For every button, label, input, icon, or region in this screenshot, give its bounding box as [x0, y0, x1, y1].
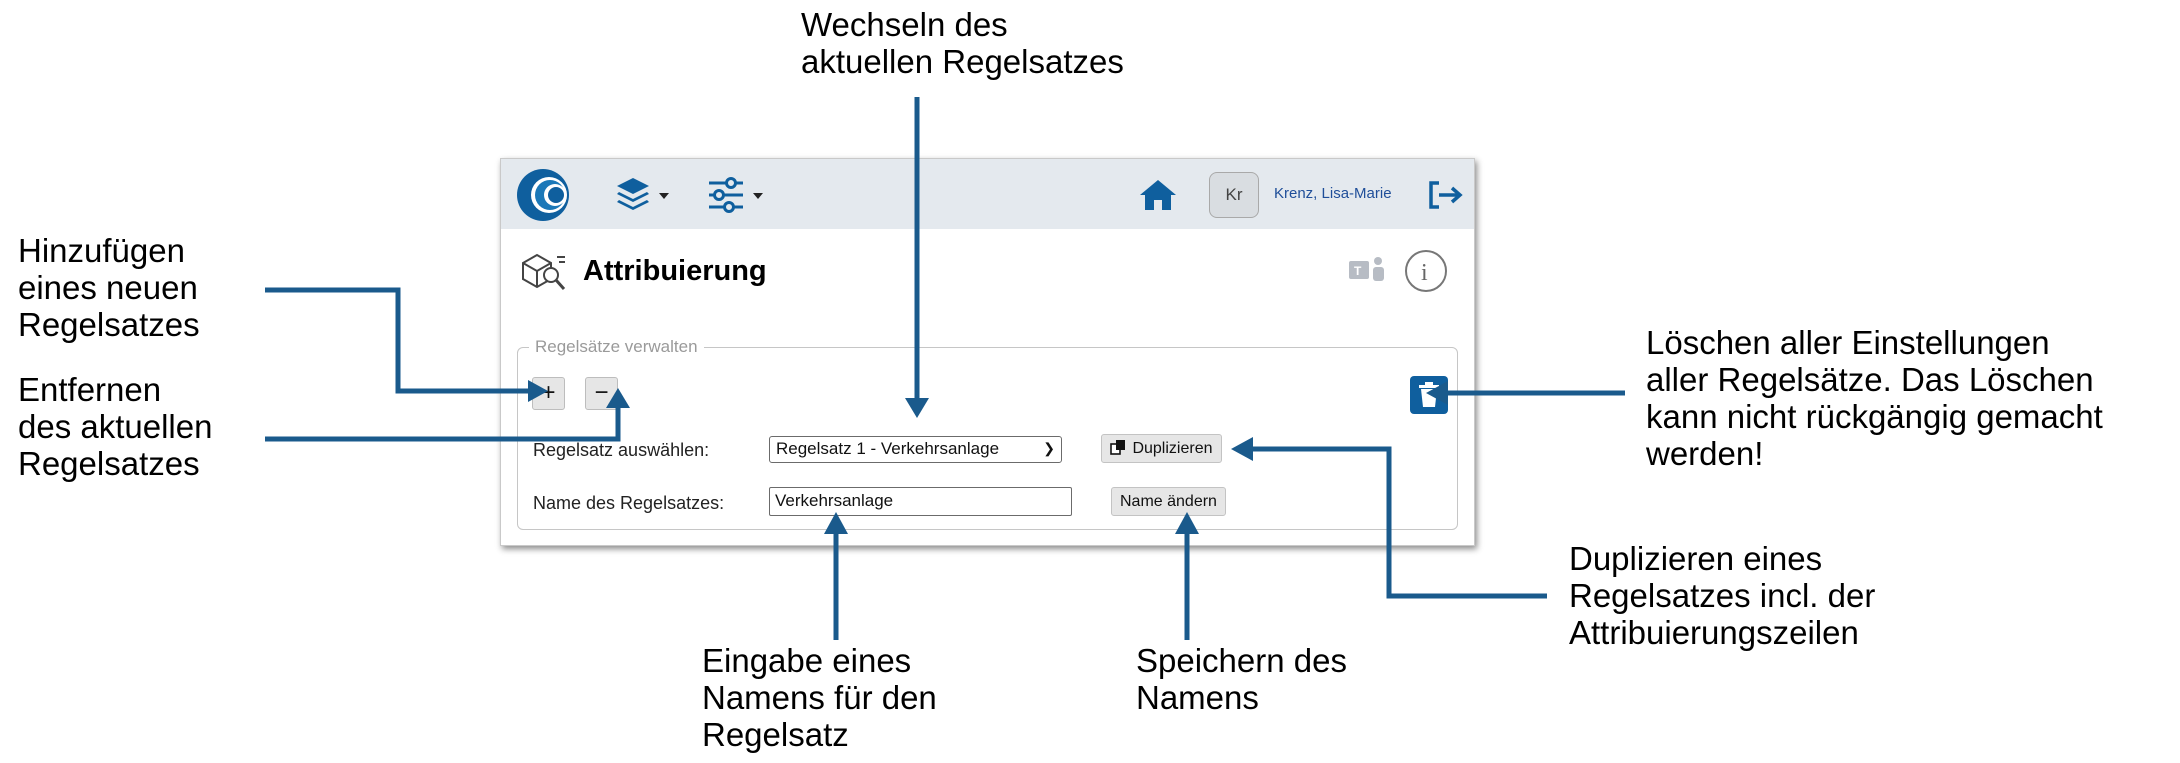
fieldset-legend: Regelsätze verwalten: [529, 337, 704, 357]
attribution-icon: [522, 253, 566, 290]
chevron-down-icon: ❯: [1043, 440, 1055, 456]
sliders-icon[interactable]: [707, 176, 779, 214]
ruleset-name-input[interactable]: Verkehrsanlage: [769, 487, 1072, 516]
user-name[interactable]: Krenz, Lisa-Marie: [1274, 185, 1392, 202]
teams-icon[interactable]: T: [1347, 255, 1389, 285]
trash-icon: [1419, 382, 1439, 407]
info-icon[interactable]: i: [1404, 249, 1448, 293]
callout-duplicate: Duplizieren eines Regelsatzes incl. der …: [1569, 540, 1876, 651]
ruleset-select[interactable]: Regelsatz 1 - Verkehrsanlage ❯: [769, 436, 1062, 463]
duplicate-button[interactable]: Duplizieren: [1101, 434, 1222, 463]
copy-icon: [1110, 440, 1125, 455]
callout-delete-all: Löschen aller Einstellungen aller Regels…: [1646, 324, 2103, 472]
home-icon[interactable]: [1139, 179, 1177, 211]
avatar[interactable]: Kr: [1209, 172, 1259, 218]
callout-add-ruleset: Hinzufügen eines neuen Regelsatzes: [18, 232, 200, 343]
rename-button[interactable]: Name ändern: [1111, 487, 1226, 516]
app-logo-icon[interactable]: [515, 167, 571, 223]
ruleset-name-label: Name des Regelsatzes:: [533, 493, 725, 513]
logout-icon[interactable]: [1428, 180, 1464, 210]
page-title: Attribuierung: [583, 255, 767, 287]
delete-all-button[interactable]: [1410, 376, 1448, 414]
svg-text:i: i: [1421, 260, 1428, 286]
add-ruleset-button[interactable]: +: [532, 377, 565, 410]
app-window: Kr Krenz, Lisa-Marie Attribuierung T i R…: [500, 158, 1475, 546]
top-bar: Kr Krenz, Lisa-Marie: [501, 159, 1474, 229]
callout-remove-ruleset: Entfernen des aktuellen Regelsatzes: [18, 371, 213, 482]
ruleset-select-label: Regelsatz auswählen:: [533, 440, 710, 460]
ruleset-select-value: Regelsatz 1 - Verkehrsanlage: [776, 439, 1000, 458]
remove-ruleset-button[interactable]: −: [585, 377, 618, 410]
callout-enter-name: Eingabe eines Namens für den Regelsatz: [702, 642, 937, 753]
svg-text:T: T: [1354, 264, 1362, 278]
duplicate-label: Duplizieren: [1132, 440, 1213, 457]
callout-save-name: Speichern des Namens: [1136, 642, 1347, 716]
callout-switch-ruleset: Wechseln des aktuellen Regelsatzes: [801, 6, 1124, 80]
layers-icon[interactable]: [615, 176, 687, 214]
